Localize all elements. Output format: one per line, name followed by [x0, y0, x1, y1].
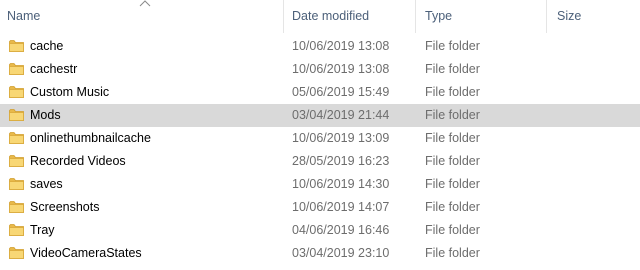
file-date-modified: 10/06/2019 13:08 [292, 39, 390, 53]
file-row[interactable]: Custom Music 05/06/2019 15:49 File folder [0, 81, 640, 104]
file-date-modified: 03/04/2019 21:44 [292, 108, 390, 122]
file-type: File folder [425, 177, 480, 191]
column-header-type[interactable]: Type [425, 0, 452, 33]
column-header-date-label: Date modified [292, 9, 370, 23]
file-name: cache [30, 39, 64, 53]
file-name: Custom Music [30, 85, 110, 99]
file-row[interactable]: VideoCameraStates 03/04/2019 23:10 File fo… [0, 242, 640, 265]
column-divider[interactable] [546, 0, 547, 33]
column-header-bar: Name Date modified Type Size [0, 0, 640, 34]
folder-icon [9, 40, 24, 52]
file-type: File folder [425, 131, 480, 145]
folder-icon [9, 224, 24, 236]
column-header-name-label: Name [7, 9, 41, 23]
file-name: Recorded Videos [30, 154, 126, 168]
file-date-modified: 28/05/2019 16:23 [292, 154, 390, 168]
folder-icon [9, 247, 24, 259]
folder-icon [9, 86, 24, 98]
folder-icon [9, 178, 24, 190]
file-name: Mods [30, 108, 61, 122]
column-header-name[interactable]: Name [7, 0, 40, 33]
file-list-view: Name Date modified Type Size cache 10/06/… [0, 0, 640, 270]
file-type: File folder [425, 108, 480, 122]
column-divider[interactable] [415, 0, 416, 33]
folder-icon [9, 155, 24, 167]
column-header-type-label: Type [425, 9, 453, 23]
column-header-size[interactable]: Size [557, 0, 581, 33]
file-date-modified: 10/06/2019 13:09 [292, 131, 390, 145]
folder-icon [9, 132, 24, 144]
file-name: VideoCameraStates [30, 246, 142, 260]
file-list: cache 10/06/2019 13:08 File folder cachestr… [0, 35, 640, 265]
file-type: File folder [425, 62, 480, 76]
file-row[interactable]: onlinethumbnailcache 10/06/2019 13:09 File… [0, 127, 640, 150]
file-date-modified: 04/06/2019 16:46 [292, 223, 390, 237]
file-date-modified: 10/06/2019 14:07 [292, 200, 390, 214]
file-row[interactable]: Recorded Videos 28/05/2019 16:23 File fold… [0, 150, 640, 173]
column-header-date-modified[interactable]: Date modified [292, 0, 369, 33]
file-date-modified: 03/04/2019 23:10 [292, 246, 390, 260]
file-row[interactable]: cache 10/06/2019 13:08 File folder [0, 35, 640, 58]
file-name: onlinethumbnailcache [30, 131, 151, 145]
file-row[interactable]: cachestr 10/06/2019 13:08 File folder [0, 58, 640, 81]
file-type: File folder [425, 85, 480, 99]
file-type: File folder [425, 39, 480, 53]
folder-icon [9, 109, 24, 121]
folder-icon [9, 63, 24, 75]
chevron-up-icon [139, 0, 151, 7]
file-type: File folder [425, 246, 480, 260]
column-header-size-label: Size [557, 9, 582, 23]
folder-icon [9, 201, 24, 213]
file-date-modified: 10/06/2019 13:08 [292, 62, 390, 76]
file-row[interactable]: Mods 03/04/2019 21:44 File folder [0, 104, 640, 127]
column-divider[interactable] [283, 0, 284, 33]
file-name: saves [30, 177, 63, 191]
file-date-modified: 10/06/2019 14:30 [292, 177, 390, 191]
file-date-modified: 05/06/2019 15:49 [292, 85, 390, 99]
file-row[interactable]: Tray 04/06/2019 16:46 File folder [0, 219, 640, 242]
file-type: File folder [425, 223, 480, 237]
file-type: File folder [425, 200, 480, 214]
file-name: Tray [30, 223, 55, 237]
file-row[interactable]: saves 10/06/2019 14:30 File folder [0, 173, 640, 196]
file-name: Screenshots [30, 200, 100, 214]
file-row[interactable]: Screenshots 10/06/2019 14:07 File folder [0, 196, 640, 219]
file-type: File folder [425, 154, 480, 168]
file-name: cachestr [30, 62, 78, 76]
